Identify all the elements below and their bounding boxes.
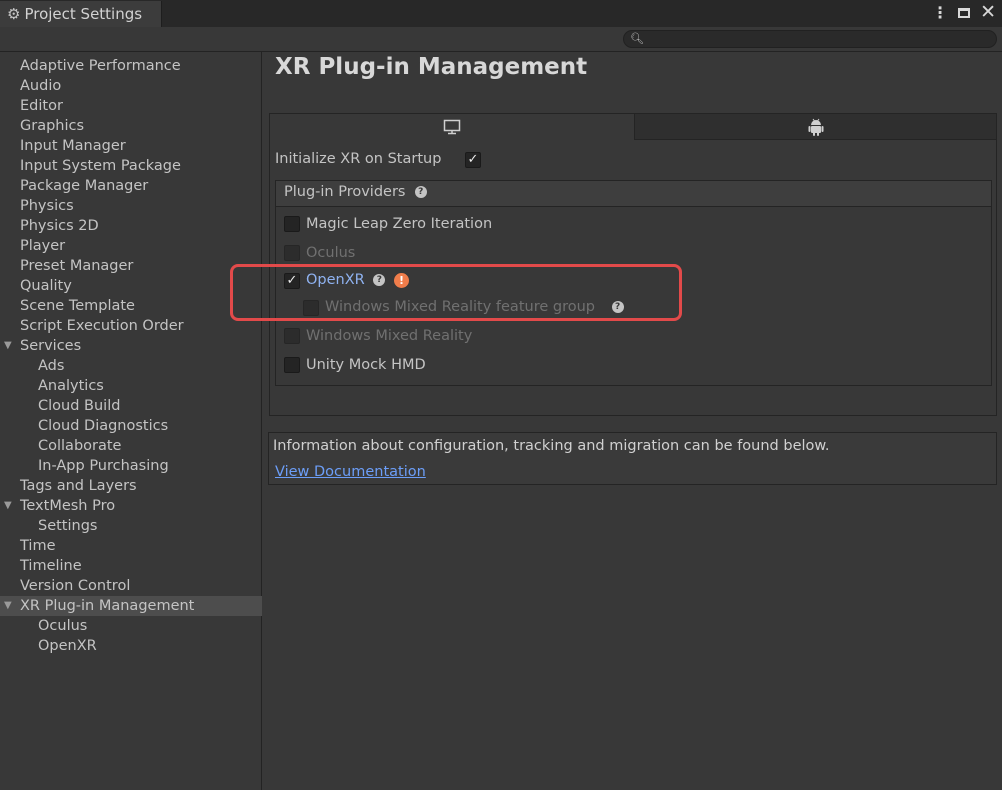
- project-settings-tab[interactable]: ⚙ Project Settings: [0, 1, 162, 27]
- sidebar-item-label: Cloud Build: [38, 398, 121, 414]
- sidebar-item-label: Quality: [20, 278, 72, 294]
- settings-sidebar: Adaptive Performance Audio Editor Graphics I…: [0, 52, 262, 790]
- sidebar-item-label: Collaborate: [38, 438, 122, 454]
- sidebar-item-scene-template[interactable]: Scene Template: [0, 296, 262, 316]
- android-icon: [808, 118, 823, 136]
- tab-android[interactable]: [634, 114, 996, 140]
- sidebar-item-label: TextMesh Pro: [20, 498, 116, 514]
- sidebar-item-label: Analytics: [38, 378, 104, 394]
- sidebar-item-cloud-diagnostics[interactable]: Cloud Diagnostics: [0, 416, 262, 436]
- sidebar-item-label: Settings: [38, 518, 98, 534]
- sidebar-item-settings[interactable]: Settings: [0, 516, 262, 536]
- sidebar-item-label: XR Plug-in Management: [20, 598, 195, 614]
- sidebar-item-label: Version Control: [20, 578, 131, 594]
- search-icon: 🔍︎: [630, 32, 644, 45]
- sidebar-item-label: Oculus: [38, 618, 88, 634]
- search-input[interactable]: 🔍︎: [623, 30, 997, 48]
- sidebar-item-script-execution-order[interactable]: Script Execution Order: [0, 316, 262, 336]
- sidebar-item-label: Timeline: [20, 558, 82, 574]
- sidebar-item-textmesh-pro[interactable]: ▼ TextMesh Pro: [0, 496, 262, 516]
- mock-hmd-label: Unity Mock HMD: [306, 357, 426, 373]
- sidebar-item-label: Script Execution Order: [20, 318, 184, 334]
- sidebar-item-time[interactable]: Time: [0, 536, 262, 556]
- sidebar-item-package-manager[interactable]: Package Manager: [0, 176, 262, 196]
- sidebar-item-label: OpenXR: [38, 638, 97, 654]
- chevron-down-icon[interactable]: ▼: [4, 496, 12, 516]
- plugin-providers-label: Plug-in Providers ?: [284, 184, 427, 200]
- sidebar-item-label: Graphics: [20, 118, 85, 134]
- sidebar-item-label: Player: [20, 238, 66, 254]
- sidebar-item-version-control[interactable]: Version Control: [0, 576, 262, 596]
- sidebar-item-label: Scene Template: [20, 298, 135, 314]
- close-icon[interactable]: ✕: [980, 3, 996, 22]
- tab-standalone[interactable]: [270, 114, 634, 140]
- mock-hmd-checkbox[interactable]: [284, 357, 300, 373]
- sidebar-item-editor[interactable]: Editor: [0, 96, 262, 116]
- oculus-label: Oculus: [306, 245, 356, 261]
- sidebar-item-preset-manager[interactable]: Preset Manager: [0, 256, 262, 276]
- sidebar-item-xr-plug-in-management[interactable]: ▼ XR Plug-in Management: [0, 596, 262, 616]
- info-box: Information about configuration, trackin…: [268, 432, 997, 485]
- main-content: XR Plug-in Management Initialize XR on S…: [263, 52, 1002, 790]
- sidebar-item-label: Services: [20, 338, 82, 354]
- init-xr-checkbox[interactable]: ✓: [465, 152, 481, 168]
- chevron-down-icon[interactable]: ▼: [4, 336, 12, 356]
- sidebar-item-label: Physics: [20, 198, 74, 214]
- gear-icon: ⚙: [7, 4, 21, 23]
- sidebar-item-player[interactable]: Player: [0, 236, 262, 256]
- magic-leap-label: Magic Leap Zero Iteration: [306, 216, 493, 232]
- sidebar-item-label: Physics 2D: [20, 218, 99, 234]
- sidebar-item-label: Tags and Layers: [20, 478, 137, 494]
- sidebar-item-input-manager[interactable]: Input Manager: [0, 136, 262, 156]
- sidebar-item-adaptive-performance[interactable]: Adaptive Performance: [0, 56, 262, 76]
- sidebar-item-input-system-package[interactable]: Input System Package: [0, 156, 262, 176]
- info-text: Information about configuration, trackin…: [273, 438, 830, 454]
- sidebar-item-openxr[interactable]: OpenXR: [0, 636, 262, 656]
- sidebar-item-label: Input System Package: [20, 158, 181, 174]
- toolbar: 🔍︎: [0, 27, 1002, 52]
- view-documentation-link[interactable]: View Documentation: [275, 464, 426, 480]
- sidebar-item-label: Adaptive Performance: [20, 58, 181, 74]
- sidebar-item-label: Time: [20, 538, 56, 554]
- tab-title: Project Settings: [24, 5, 143, 23]
- page-title: XR Plug-in Management: [275, 54, 588, 80]
- sidebar-item-physics[interactable]: Physics: [0, 196, 262, 216]
- wmr-checkbox[interactable]: [284, 328, 300, 344]
- sidebar-item-label: Input Manager: [20, 138, 126, 154]
- init-xr-label: Initialize XR on Startup: [275, 151, 442, 167]
- window-controls: ⋮ ✕: [932, 3, 996, 22]
- sidebar-item-timeline[interactable]: Timeline: [0, 556, 262, 576]
- help-icon[interactable]: ?: [414, 186, 427, 198]
- sidebar-item-label: Package Manager: [20, 178, 149, 194]
- sidebar-item-label: Audio: [20, 78, 62, 94]
- sidebar-item-audio[interactable]: Audio: [0, 76, 262, 96]
- sidebar-item-services[interactable]: ▼ Services: [0, 336, 262, 356]
- magic-leap-checkbox[interactable]: [284, 216, 300, 232]
- sidebar-item-physics-2d[interactable]: Physics 2D: [0, 216, 262, 236]
- chevron-down-icon[interactable]: ▼: [4, 596, 12, 616]
- sidebar-item-graphics[interactable]: Graphics: [0, 116, 262, 136]
- sidebar-item-in-app-purchasing[interactable]: In-App Purchasing: [0, 456, 262, 476]
- sidebar-item-analytics[interactable]: Analytics: [0, 376, 262, 396]
- sidebar-item-quality[interactable]: Quality: [0, 276, 262, 296]
- sidebar-item-tags-and-layers[interactable]: Tags and Layers: [0, 476, 262, 496]
- sidebar-item-label: Preset Manager: [20, 258, 134, 274]
- annotation-highlight-box: [230, 264, 682, 321]
- sidebar-item-label: Cloud Diagnostics: [38, 418, 169, 434]
- sidebar-item-oculus[interactable]: Oculus: [0, 616, 262, 636]
- sidebar-item-collaborate[interactable]: Collaborate: [0, 436, 262, 456]
- sidebar-item-label: Editor: [20, 98, 63, 114]
- sidebar-item-ads[interactable]: Ads: [0, 356, 262, 376]
- sidebar-item-cloud-build[interactable]: Cloud Build: [0, 396, 262, 416]
- window-titlebar: ⚙ Project Settings ⋮ ✕: [0, 0, 1002, 27]
- wmr-label: Windows Mixed Reality: [306, 328, 473, 344]
- sidebar-item-label: Ads: [38, 358, 65, 374]
- sidebar-item-label: In-App Purchasing: [38, 458, 169, 474]
- kebab-menu-icon[interactable]: ⋮: [932, 4, 948, 21]
- plugin-providers-header: Plug-in Providers ?: [276, 181, 991, 207]
- oculus-checkbox[interactable]: [284, 245, 300, 261]
- desktop-monitor-icon: [443, 119, 461, 135]
- maximize-icon[interactable]: [958, 7, 971, 18]
